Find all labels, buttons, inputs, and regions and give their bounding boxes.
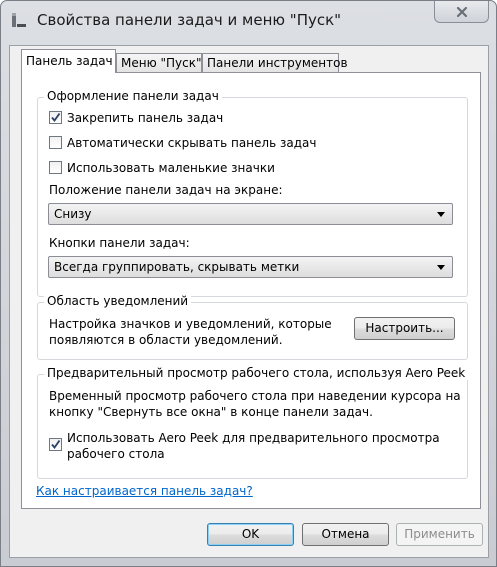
window-title: Свойства панели задач и меню "Пуск"	[37, 11, 342, 29]
tab-panel: Оформление панели задач Закрепить панель…	[21, 72, 481, 509]
position-label: Положение панели задач на экране:	[49, 183, 283, 197]
apply-button[interactable]: Применить	[396, 523, 483, 546]
autohide-checkbox[interactable]	[49, 136, 62, 149]
aero-peek-checkbox[interactable]	[49, 438, 62, 451]
aero-peek-label-line2[interactable]: рабочего стола	[67, 447, 165, 461]
cancel-button[interactable]: Отмена	[302, 523, 389, 546]
aero-desc-line1: Временный просмотр рабочего стола при на…	[49, 389, 461, 403]
appearance-legend: Оформление панели задач	[44, 89, 222, 103]
buttons-label: Кнопки панели задач:	[49, 236, 190, 250]
aero-peek-label-line1[interactable]: Использовать Aero Peek для предварительн…	[67, 431, 440, 445]
tab-toolbars[interactable]: Панели инструментов	[202, 53, 348, 72]
notification-desc-line2: появляются в области уведомлений.	[49, 333, 283, 347]
dropdown-arrow-icon	[437, 265, 445, 270]
position-dropdown[interactable]: Снизу	[48, 203, 453, 225]
lock-taskbar-label[interactable]: Закрепить панель задач	[67, 111, 223, 125]
aero-peek-legend: Предварительный просмотр рабочего стола,…	[44, 366, 469, 380]
lock-taskbar-checkbox[interactable]	[49, 111, 62, 124]
aero-desc-line2: кнопку "Свернуть все окна" в конце панел…	[49, 405, 373, 419]
taskbar-buttons-dropdown[interactable]: Всегда группировать, скрывать метки	[48, 256, 453, 278]
notification-area-legend: Область уведомлений	[44, 294, 192, 308]
dropdown-arrow-icon	[437, 212, 445, 217]
small-icons-label[interactable]: Использовать маленькие значки	[67, 161, 275, 175]
autohide-label[interactable]: Автоматически скрывать панель задач	[67, 136, 316, 150]
dialog-window: Свойства панели задач и меню "Пуск" Пане…	[0, 0, 497, 567]
customize-button[interactable]: Настроить...	[354, 317, 455, 340]
ok-button[interactable]: OK	[207, 523, 294, 546]
help-link[interactable]: Как настраивается панель задач?	[36, 484, 253, 498]
tab-start-menu[interactable]: Меню "Пуск"	[116, 53, 202, 72]
checkmark-icon	[51, 112, 61, 122]
small-icons-checkbox[interactable]	[49, 161, 62, 174]
checkmark-icon	[51, 439, 61, 449]
title-bar[interactable]: Свойства панели задач и меню "Пуск"	[1, 1, 496, 37]
close-icon	[456, 6, 467, 17]
taskbar-properties-icon	[11, 12, 27, 28]
tab-taskbar[interactable]: Панель задач	[21, 49, 116, 73]
notification-desc-line1: Настройка значков и уведомлений, которые	[49, 317, 332, 331]
position-value: Снизу	[54, 207, 92, 221]
taskbar-buttons-value: Всегда группировать, скрывать метки	[54, 260, 300, 274]
close-button[interactable]	[434, 1, 489, 23]
